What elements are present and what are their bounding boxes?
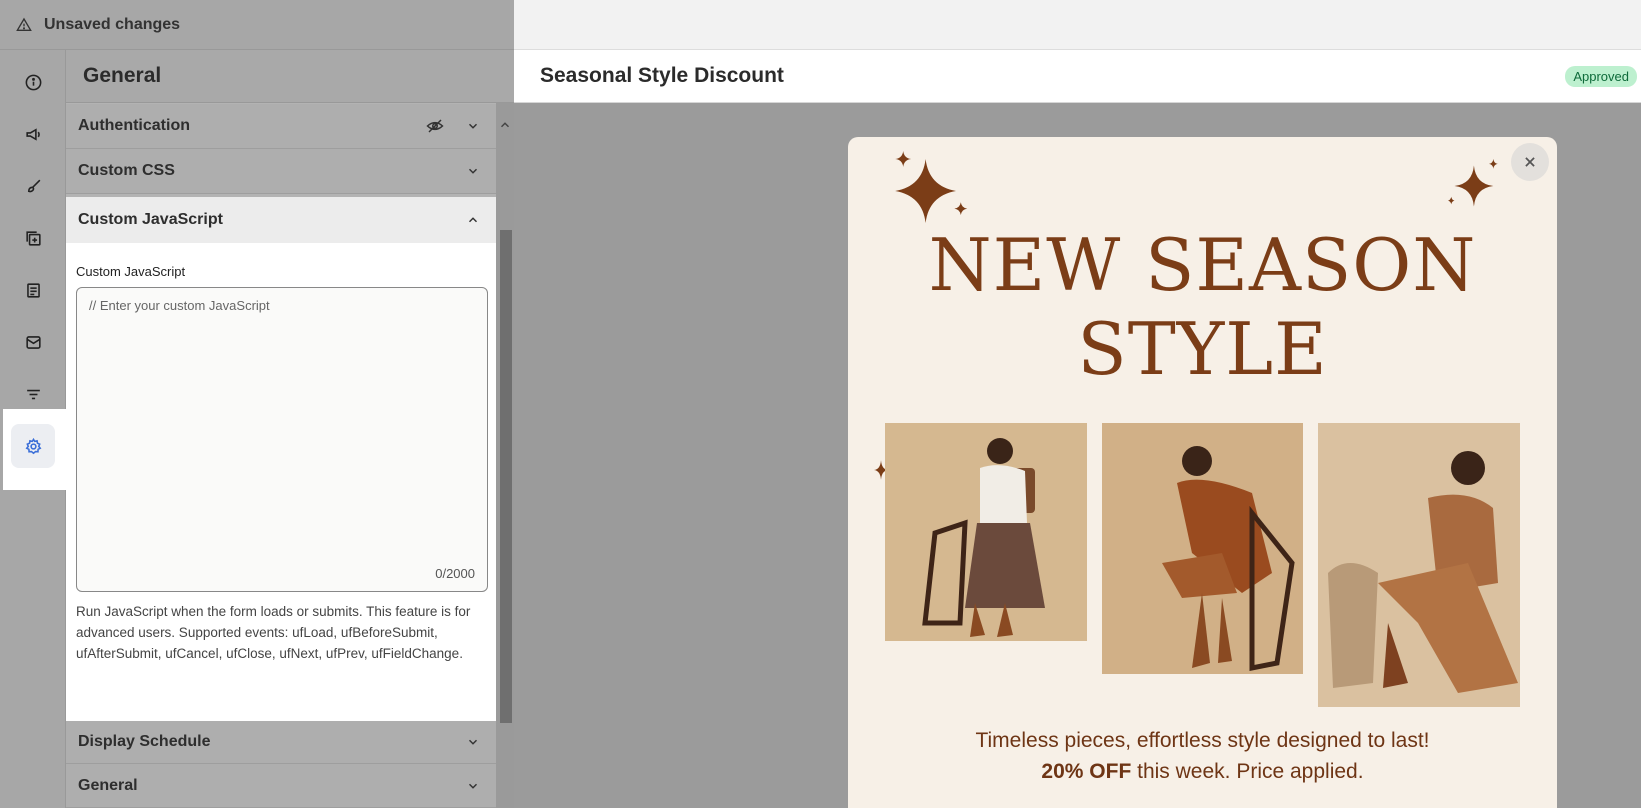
custom-js-field-label: Custom JavaScript (76, 264, 186, 279)
rail-targeting-button[interactable] (11, 372, 55, 416)
tagline-text: Timeless pieces, effortless style design… (975, 729, 1430, 752)
section-custom-javascript-label: Custom JavaScript (78, 211, 223, 228)
sparkle-icon (1448, 159, 1498, 207)
chevron-down-icon (468, 168, 478, 174)
chevron-down-icon (468, 123, 478, 129)
section-general-label: General (78, 776, 138, 794)
status-badge: Approved (1565, 65, 1637, 87)
close-icon (1525, 157, 1535, 167)
offer-text: this week. Price applied. (1131, 760, 1364, 783)
preview-toolbar (514, 0, 1641, 50)
model-photo-3 (1318, 423, 1520, 707)
section-custom-css-label: Custom CSS (78, 162, 175, 179)
custom-js-editor: 0/2000 (76, 287, 488, 592)
chevron-up-icon (468, 217, 478, 223)
model-photo-1 (885, 423, 1087, 641)
settings-panel: General Authentication Custom CSS Custom… (66, 50, 514, 808)
custom-js-help-text: Run JavaScript when the form loads or su… (76, 604, 471, 661)
form-icon (26, 282, 40, 298)
add-layers-icon (25, 230, 41, 246)
megaphone-icon (25, 127, 40, 141)
char-counter: 0/2000 (435, 566, 475, 581)
rail-forms-button[interactable] (11, 268, 55, 312)
brush-icon (27, 179, 40, 192)
mail-icon (25, 335, 41, 349)
info-icon (25, 74, 41, 90)
headline-line-1: NEW SEASON (928, 223, 1477, 307)
scroll-up-icon[interactable] (498, 118, 512, 132)
unsaved-changes-bar: Unsaved changes (0, 0, 514, 50)
icon-rail (0, 50, 66, 808)
section-authentication[interactable]: Authentication (66, 104, 496, 149)
custom-js-textarea[interactable] (77, 288, 487, 591)
section-authentication-label: Authentication (78, 117, 190, 134)
chevron-down-icon (468, 739, 478, 745)
eye-off-icon[interactable] (426, 117, 444, 135)
section-general[interactable]: General (66, 764, 496, 808)
section-display-schedule[interactable]: Display Schedule (66, 721, 496, 764)
panel-header: General (66, 50, 514, 103)
rail-email-button[interactable] (11, 320, 55, 364)
rail-info-button[interactable] (11, 60, 55, 104)
rail-settings-button[interactable] (11, 424, 55, 468)
editor-sidebar: Unsaved changes General Authentication C… (0, 0, 514, 808)
panel-scrollbar-thumb[interactable] (500, 230, 512, 723)
section-display-schedule-label: Display Schedule (78, 733, 211, 750)
chevron-down-icon (468, 783, 478, 789)
popup-close-button[interactable] (1511, 143, 1549, 181)
rail-announcement-button[interactable] (11, 112, 55, 156)
section-custom-javascript: Custom JavaScript Custom JavaScript 0/20… (66, 197, 496, 721)
warning-icon (16, 17, 32, 31)
filter-icon (26, 389, 40, 399)
section-custom-javascript-header[interactable]: Custom JavaScript (66, 197, 496, 243)
model-photo-2 (1102, 423, 1303, 674)
rail-design-button[interactable] (11, 164, 55, 208)
section-custom-css[interactable]: Custom CSS (66, 149, 496, 194)
headline-line-2: STYLE (1077, 307, 1328, 391)
panel-title: General (83, 64, 162, 87)
popup-preview: NEW SEASON STYLE Timeless pieces, effort… (848, 137, 1557, 808)
sparkle-icon (895, 151, 968, 223)
gear-icon (25, 437, 41, 454)
popup-tagline: Timeless pieces, effortless style design… (848, 725, 1557, 787)
popup-headline: NEW SEASON STYLE (848, 223, 1557, 391)
preview-titlebar: Seasonal Style Discount Approved (514, 50, 1641, 103)
rail-add-content-button[interactable] (11, 216, 55, 260)
unsaved-changes-text: Unsaved changes (44, 15, 181, 33)
offer-highlight: 20% OFF (1041, 760, 1132, 783)
offer-line: 20% OFF this week. Price applied. (848, 756, 1557, 787)
campaign-title: Seasonal Style Discount (540, 64, 784, 87)
